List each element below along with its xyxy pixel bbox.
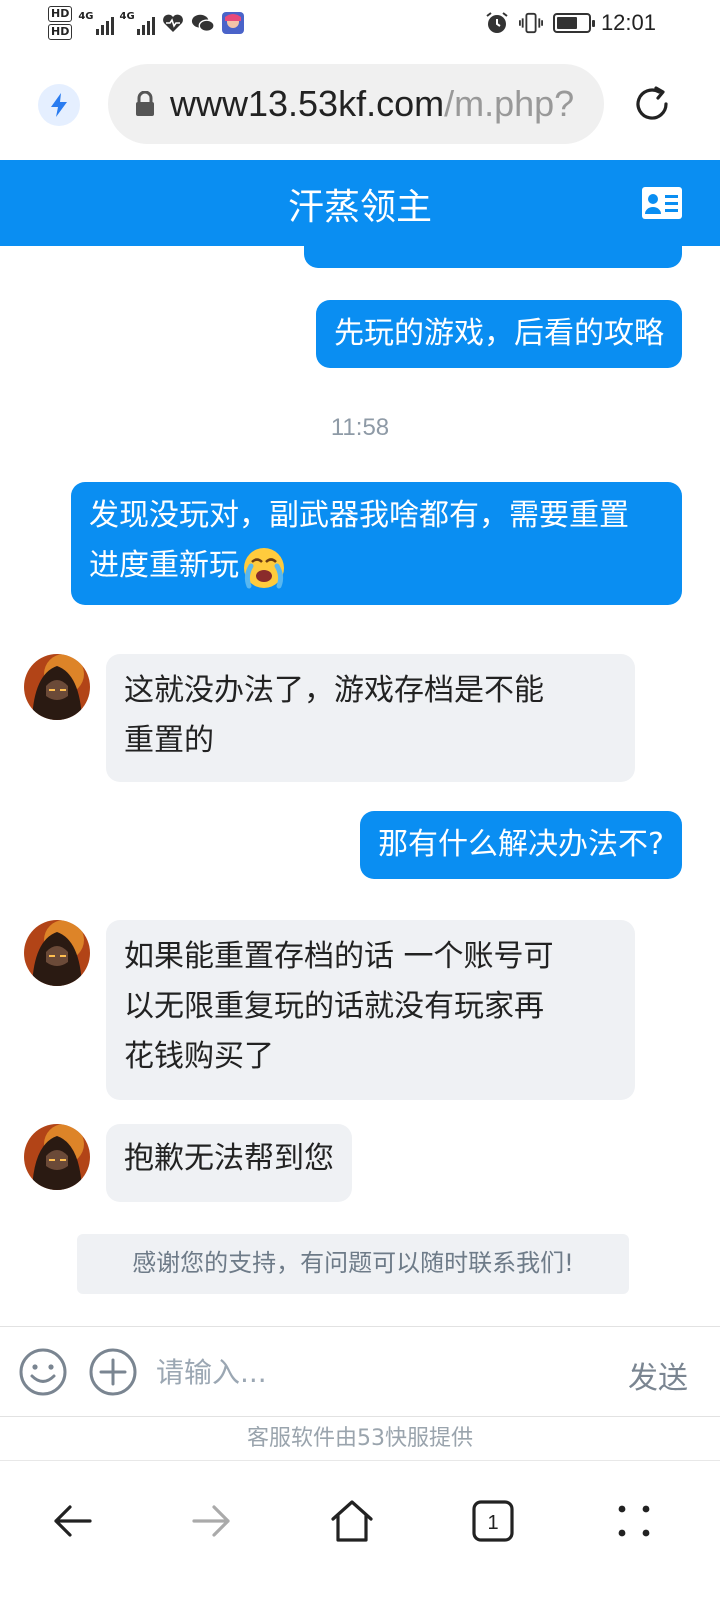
more-icon[interactable] — [604, 1491, 664, 1551]
plus-icon[interactable] — [88, 1347, 138, 1397]
reload-icon[interactable] — [632, 84, 672, 124]
message-bubble-outgoing[interactable]: 先玩的游戏，后看的攻略 — [316, 300, 682, 368]
send-button[interactable]: 发送 — [628, 1353, 688, 1397]
signal-2-icon: 4G — [120, 11, 155, 35]
message-bubble-incoming[interactable]: 如果能重置存档的话 一个账号可 以无限重复玩的话就没有玩家再 花钱购买了 — [106, 920, 635, 1100]
emoji-icon[interactable] — [18, 1347, 68, 1397]
forward-icon[interactable] — [182, 1491, 242, 1551]
system-notice: 感谢您的支持，有问题可以随时联系我们! — [77, 1234, 629, 1294]
clock: 12:01 — [600, 10, 656, 35]
message-bubble-incoming[interactable]: 这就没办法了，游戏存档是不能 重置的 — [106, 654, 635, 782]
chat-messages: 先玩的游戏，后看的攻略 11:58 发现没玩对，副武器我啥都有，需要重置 进度重… — [0, 246, 720, 1326]
signal-1-icon: 4G — [78, 11, 114, 35]
message-timestamp: 11:58 — [330, 414, 390, 441]
chat-title: 汗蒸领主 — [287, 187, 432, 228]
message-text: 那有什么解决办法不? — [378, 827, 664, 862]
status-left-icons: HD HD 4G 4G — [48, 6, 245, 40]
message-text: 先玩的游戏，后看的攻略 — [334, 316, 664, 351]
vibrate-icon — [518, 12, 543, 34]
avatar — [24, 1124, 90, 1190]
status-bar: HD HD 4G 4G 12:01 — [0, 0, 720, 52]
message-line: 发现没玩对，副武器我啥都有，需要重置 — [89, 498, 629, 533]
message-line: 重置的 — [124, 723, 214, 758]
url-path: /m.php? — [444, 83, 575, 124]
crying-face-emoji — [239, 544, 289, 590]
message-bubble-outgoing[interactable]: 那有什么解决办法不? — [360, 811, 682, 879]
browser-nav-bar: 1 — [0, 1460, 720, 1600]
heart-monitor-icon — [161, 12, 185, 34]
chat-header: 汗蒸领主 — [0, 160, 720, 246]
message-text: 抱歉无法帮到您 — [124, 1141, 334, 1176]
app-icon — [221, 12, 245, 34]
powered-by-footer: 客服软件由53快服提供 — [0, 1416, 720, 1460]
wechat-icon — [191, 12, 215, 34]
message-input-bar: 发送 — [0, 1326, 720, 1416]
contact-card-icon[interactable] — [642, 187, 682, 219]
message-line: 这就没办法了，游戏存档是不能 — [124, 673, 544, 708]
lock-icon — [134, 90, 156, 117]
url-domain: www13.53kf.com — [170, 83, 445, 124]
hd-indicators: HD HD — [48, 6, 73, 40]
hd2-badge: HD — [48, 24, 73, 40]
hd1-badge: HD — [48, 6, 73, 22]
battery-icon — [552, 13, 595, 33]
tabs-icon[interactable]: 1 — [463, 1491, 523, 1551]
message-line: 以无限重复玩的话就没有玩家再 — [124, 989, 544, 1024]
bolt-icon[interactable] — [38, 84, 80, 126]
browser-toolbar: www13.53kf.com/m.php? — [0, 62, 720, 146]
home-icon[interactable] — [322, 1491, 382, 1551]
alarm-icon — [485, 12, 509, 34]
url-bar[interactable]: www13.53kf.com/m.php? — [108, 64, 604, 144]
message-line: 如果能重置存档的话 一个账号可 — [124, 939, 554, 974]
url-text: www13.53kf.com/m.php? — [170, 83, 574, 125]
status-right-icons: 12:01 — [485, 10, 656, 36]
message-input[interactable] — [156, 1345, 576, 1399]
message-bubble-outgoing-cropped — [304, 246, 682, 268]
tab-count: 1 — [487, 1512, 498, 1534]
message-bubble-incoming[interactable]: 抱歉无法帮到您 — [106, 1124, 352, 1202]
avatar — [24, 920, 90, 986]
back-icon[interactable] — [42, 1491, 102, 1551]
message-line: 进度重新玩 — [89, 541, 664, 591]
message-line: 花钱购买了 — [124, 1039, 274, 1074]
avatar — [24, 654, 90, 720]
message-bubble-outgoing[interactable]: 发现没玩对，副武器我啥都有，需要重置 进度重新玩 — [71, 482, 682, 605]
